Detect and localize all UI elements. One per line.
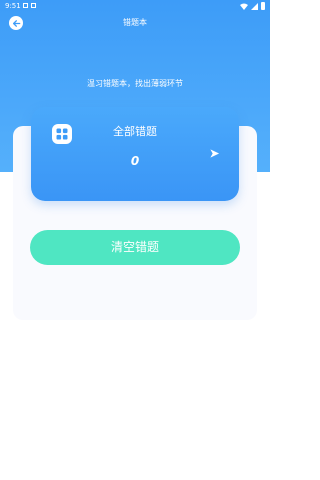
all-mistakes-card[interactable]: 全部错题 0 [31, 107, 239, 201]
clear-mistakes-button[interactable]: 清空错题 [30, 230, 240, 265]
nav-bar: 错题本 [0, 12, 270, 34]
notification-icon [23, 3, 28, 8]
battery-icon [261, 2, 265, 10]
page-subtitle: 温习错题本，找出薄弱环节 [87, 79, 183, 88]
mistake-count: 0 [130, 154, 140, 168]
system-icons [240, 2, 265, 10]
card-title: 全部错题 [113, 125, 157, 138]
status-time: 9:51 [5, 2, 21, 10]
signal-icon [251, 2, 258, 10]
notification-icons [23, 3, 36, 8]
page-title: 错题本 [123, 18, 147, 27]
wifi-icon [240, 3, 248, 10]
status-bar: 9:51 [0, 0, 270, 12]
notification-icon [31, 3, 36, 8]
arrow-right-icon[interactable] [209, 148, 220, 159]
